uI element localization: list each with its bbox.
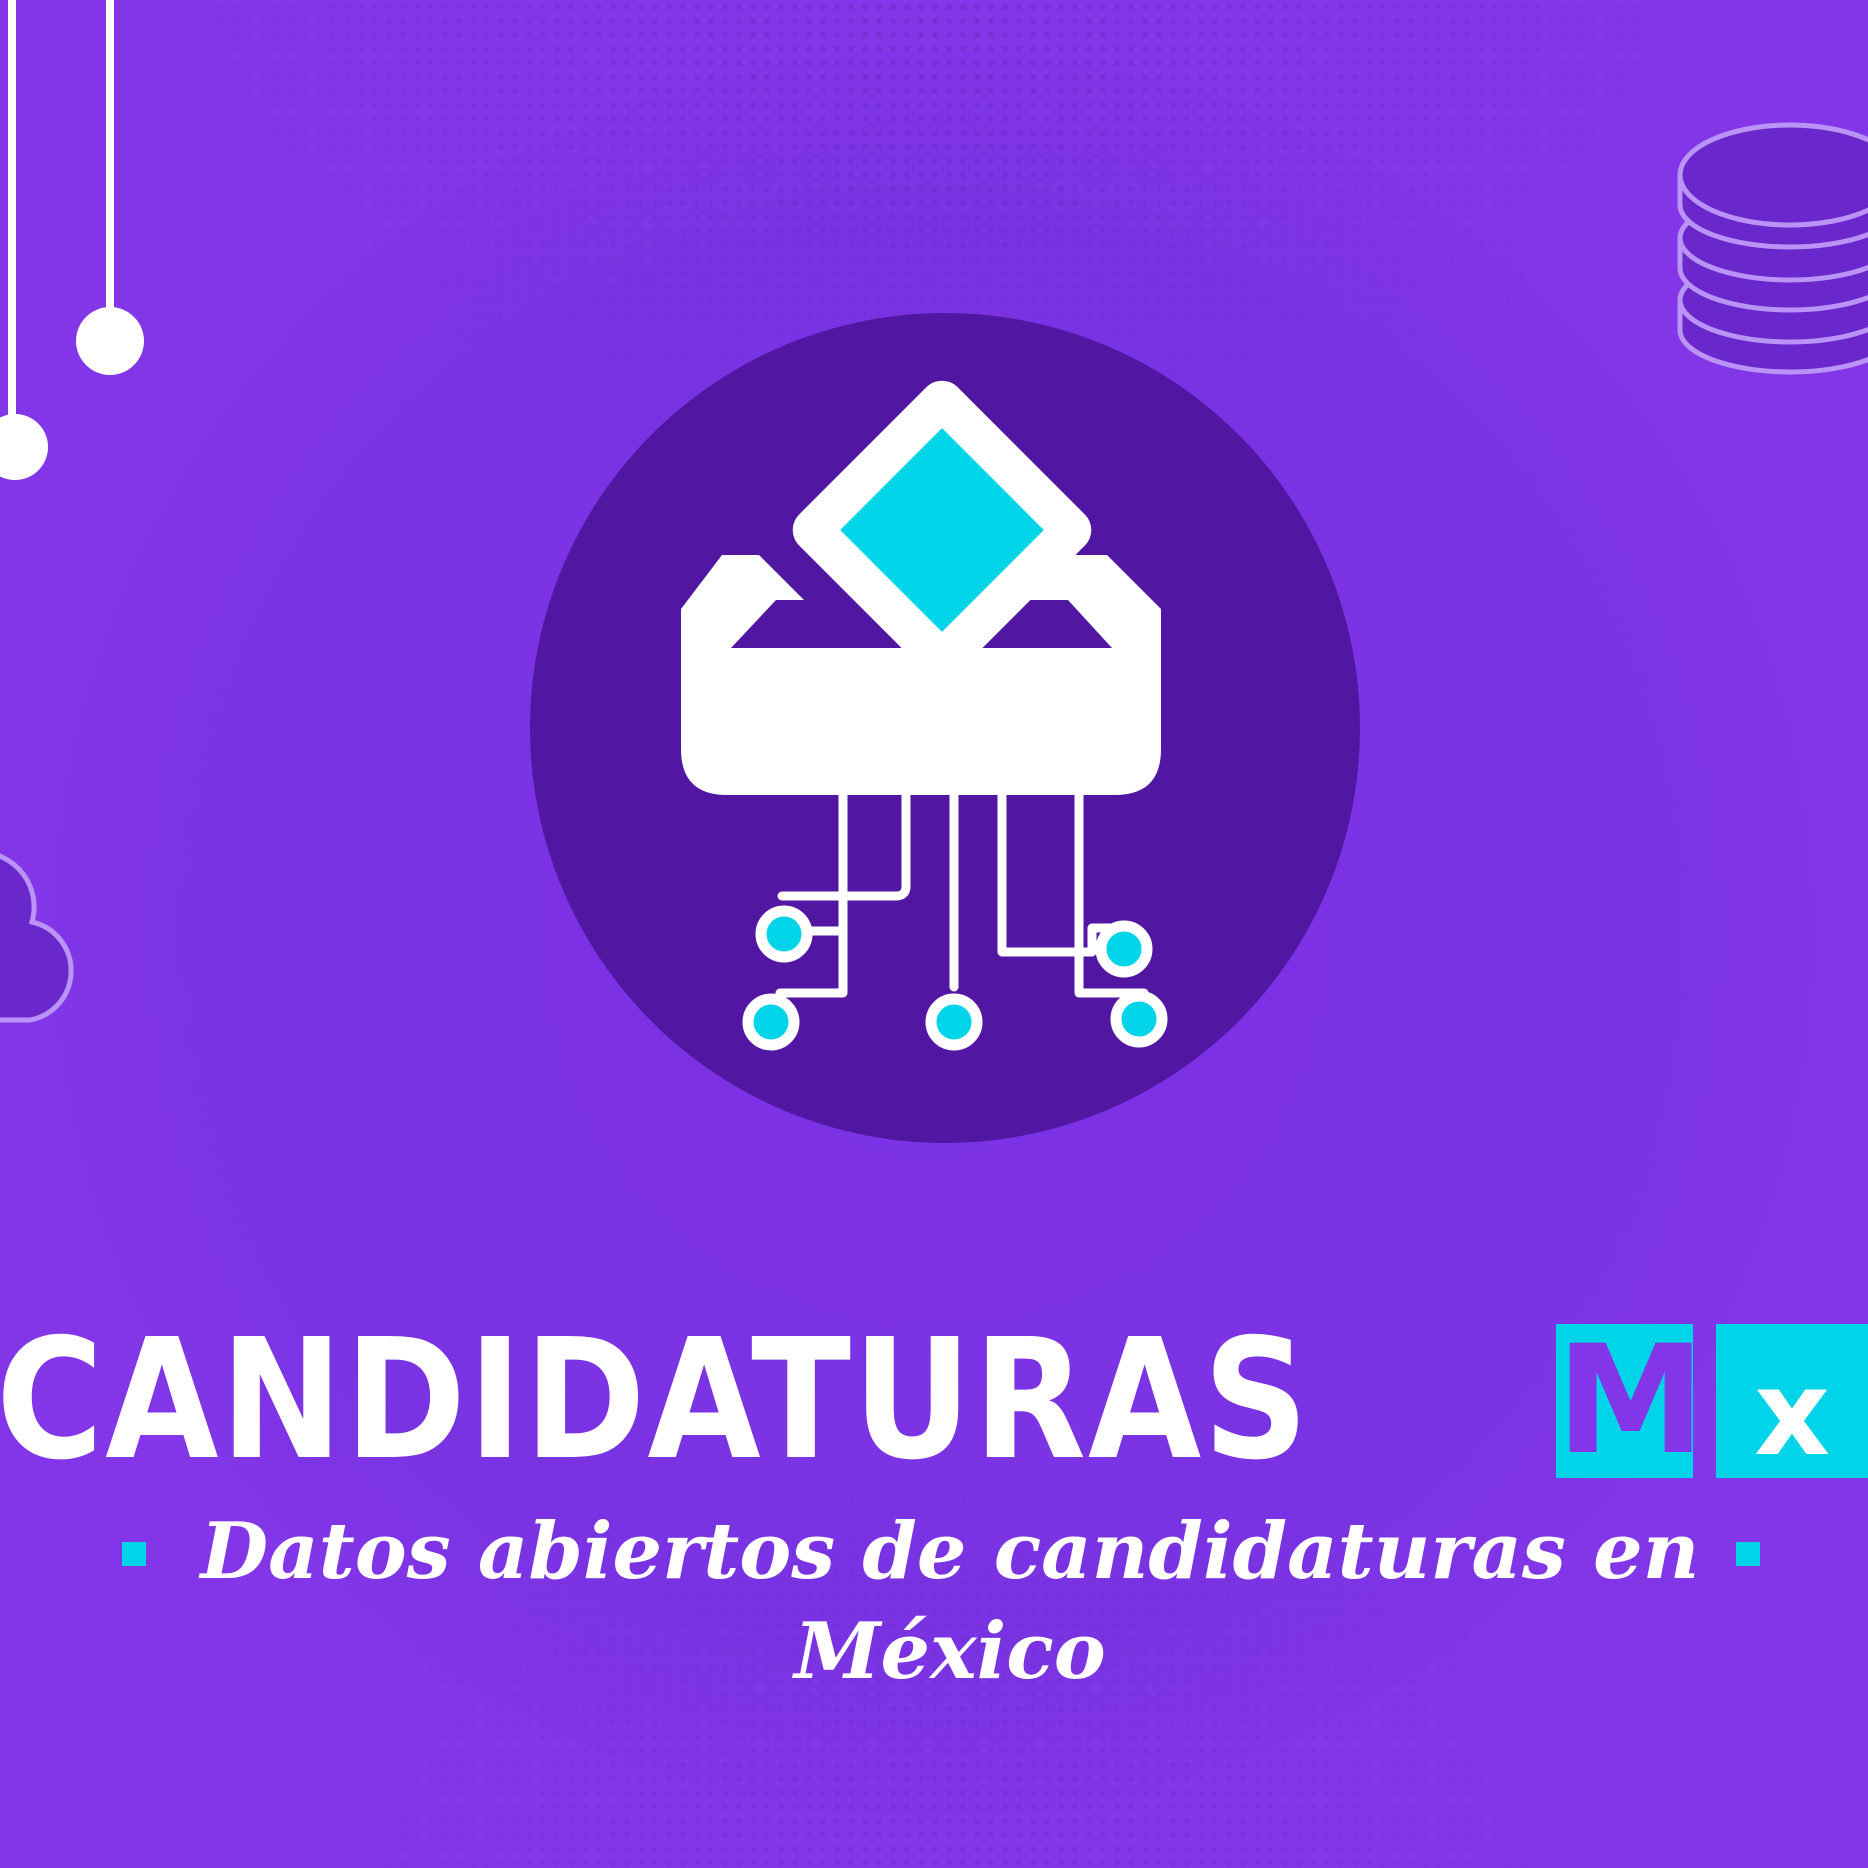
brand-suffix-x: x [1753, 1344, 1831, 1482]
brand-suffix-x-box: x [1716, 1324, 1868, 1482]
brand-wordmark: CANDIDATURAS M x [0, 1316, 1868, 1486]
hanging-pendants-icon [0, 0, 144, 480]
database-icon [1677, 122, 1868, 375]
brand-suffix-m: M [1556, 1314, 1706, 1488]
cloud-icon [0, 853, 74, 1023]
tagline-bullet-right [1736, 1542, 1760, 1566]
tagline-bullet-left [122, 1542, 146, 1566]
tagline-text: Datos abiertos de candidaturas en México [200, 1506, 1700, 1697]
brand-suffix-m-box: M [1556, 1314, 1706, 1488]
brand-name: CANDIDATURAS [0, 1304, 1311, 1497]
tagline: Datos abiertos de candidaturas en México [0, 1502, 1868, 1697]
ballot-box-circuit-icon [530, 313, 1360, 1143]
